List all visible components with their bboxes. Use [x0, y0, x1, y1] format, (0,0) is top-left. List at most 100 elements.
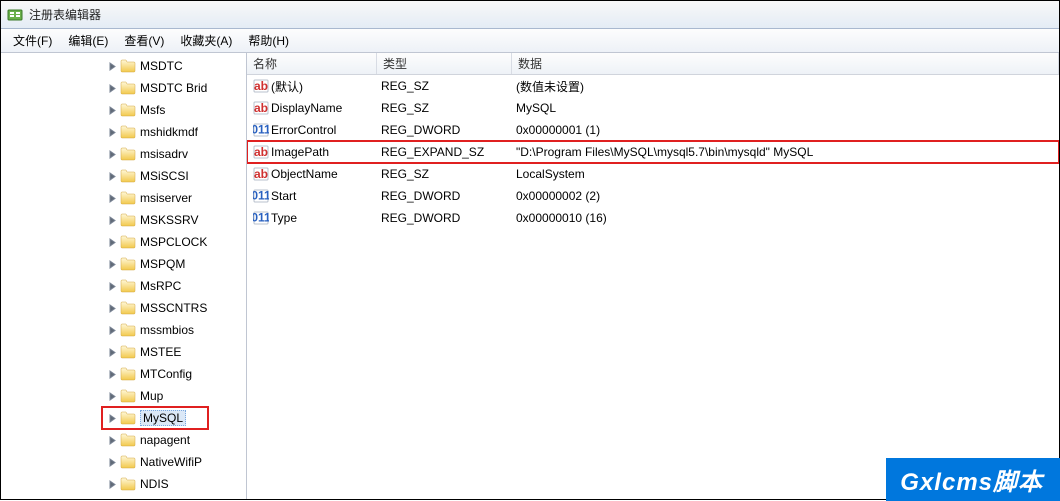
expander-icon[interactable] [107, 215, 118, 226]
svg-text:ab: ab [254, 167, 268, 181]
tree-item-label: msisadrv [140, 147, 188, 161]
expander-icon[interactable] [107, 149, 118, 160]
svg-text:ab: ab [254, 145, 268, 159]
regedit-icon [7, 7, 23, 23]
tree-item-label: MSPCLOCK [140, 235, 207, 249]
expander-icon[interactable] [107, 413, 118, 424]
col-header-type[interactable]: 类型 [377, 53, 512, 74]
svg-text:011: 011 [253, 189, 269, 203]
list-row[interactable]: 011TypeREG_DWORD0x00000010 (16) [247, 207, 1059, 229]
tree-panel[interactable]: MSDTC MSDTC Brid Msfs mshidkmdf msisadrv MSiS… [1, 53, 247, 499]
reg-string-icon: ab [251, 144, 271, 160]
expander-icon[interactable] [107, 83, 118, 94]
tree-item-label: MsRPC [140, 279, 181, 293]
reg-string-icon: ab [251, 166, 271, 182]
tree-item-label: MSSCNTRS [140, 301, 207, 315]
tree-item[interactable]: MSKSSRV [1, 209, 246, 231]
content-area: MSDTC MSDTC Brid Msfs mshidkmdf msisadrv MSiS… [1, 53, 1059, 499]
list-panel[interactable]: 名称 类型 数据 ab(默认)REG_SZ(数值未设置)abDisplayNam… [247, 53, 1059, 499]
tree-item[interactable]: MSTEE [1, 341, 246, 363]
expander-icon[interactable] [107, 457, 118, 468]
folder-icon [120, 81, 136, 95]
tree-item[interactable]: mssmbios [1, 319, 246, 341]
list-row[interactable]: abObjectNameREG_SZLocalSystem [247, 163, 1059, 185]
folder-icon [120, 323, 136, 337]
tree-item[interactable]: msisadrv [1, 143, 246, 165]
tree-item[interactable]: mshidkmdf [1, 121, 246, 143]
value-type: REG_SZ [381, 167, 516, 181]
folder-icon [120, 257, 136, 271]
col-header-data[interactable]: 数据 [512, 53, 1059, 74]
value-data: 0x00000001 (1) [516, 123, 1059, 137]
tree-item[interactable]: msiserver [1, 187, 246, 209]
tree-item-label: mshidkmdf [140, 125, 198, 139]
expander-icon[interactable] [107, 479, 118, 490]
expander-icon[interactable] [107, 369, 118, 380]
tree: MSDTC MSDTC Brid Msfs mshidkmdf msisadrv MSiS… [1, 53, 246, 497]
tree-item-label: MTConfig [140, 367, 192, 381]
list-row[interactable]: 011StartREG_DWORD0x00000002 (2) [247, 185, 1059, 207]
tree-item[interactable]: MySQL [1, 407, 246, 429]
menu-favorites[interactable]: 收藏夹(A) [172, 30, 240, 51]
tree-item[interactable]: NativeWifiP [1, 451, 246, 473]
folder-icon [120, 213, 136, 227]
reg-dword-icon: 011 [251, 188, 271, 204]
expander-icon[interactable] [107, 391, 118, 402]
expander-icon[interactable] [107, 259, 118, 270]
value-type: REG_EXPAND_SZ [381, 145, 516, 159]
tree-item[interactable]: MSDTC Brid [1, 77, 246, 99]
value-data: LocalSystem [516, 167, 1059, 181]
menu-edit[interactable]: 编辑(E) [60, 30, 116, 51]
value-name: ImagePath [271, 145, 381, 159]
expander-icon[interactable] [107, 105, 118, 116]
list-row[interactable]: abDisplayNameREG_SZMySQL [247, 97, 1059, 119]
list-row[interactable]: ab(默认)REG_SZ(数值未设置) [247, 75, 1059, 97]
tree-item[interactable]: MTConfig [1, 363, 246, 385]
tree-item[interactable]: MSSCNTRS [1, 297, 246, 319]
svg-text:011: 011 [253, 211, 269, 225]
value-data: 0x00000010 (16) [516, 211, 1059, 225]
list-row[interactable]: abImagePathREG_EXPAND_SZ"D:\Program File… [247, 141, 1059, 163]
expander-icon[interactable] [107, 61, 118, 72]
tree-item[interactable]: NDIS [1, 473, 246, 495]
folder-icon [120, 103, 136, 117]
col-header-name[interactable]: 名称 [247, 53, 377, 74]
expander-icon[interactable] [107, 171, 118, 182]
tree-item[interactable]: Mup [1, 385, 246, 407]
reg-dword-icon: 011 [251, 122, 271, 138]
tree-item-label: MSTEE [140, 345, 181, 359]
value-data: MySQL [516, 101, 1059, 115]
tree-item[interactable]: MSPCLOCK [1, 231, 246, 253]
tree-item[interactable]: MSPQM [1, 253, 246, 275]
tree-item[interactable]: MSDTC [1, 55, 246, 77]
value-name: ErrorControl [271, 123, 381, 137]
list-row[interactable]: 011ErrorControlREG_DWORD0x00000001 (1) [247, 119, 1059, 141]
expander-icon[interactable] [107, 193, 118, 204]
expander-icon[interactable] [107, 127, 118, 138]
tree-item-label: napagent [140, 433, 190, 447]
tree-item-label: NDIS [140, 477, 169, 491]
tree-item[interactable]: MSiSCSI [1, 165, 246, 187]
value-name: ObjectName [271, 167, 381, 181]
expander-icon[interactable] [107, 347, 118, 358]
expander-icon[interactable] [107, 237, 118, 248]
folder-icon [120, 191, 136, 205]
value-name: DisplayName [271, 101, 381, 115]
folder-icon [120, 455, 136, 469]
tree-item-label: msiserver [140, 191, 192, 205]
tree-item-label: MSDTC Brid [140, 81, 207, 95]
expander-icon[interactable] [107, 325, 118, 336]
tree-item[interactable]: MsRPC [1, 275, 246, 297]
tree-item[interactable]: napagent [1, 429, 246, 451]
folder-icon [120, 433, 136, 447]
expander-icon[interactable] [107, 435, 118, 446]
menu-view[interactable]: 查看(V) [116, 30, 172, 51]
expander-icon[interactable] [107, 281, 118, 292]
expander-icon[interactable] [107, 303, 118, 314]
menu-help[interactable]: 帮助(H) [240, 30, 297, 51]
svg-text:ab: ab [254, 101, 268, 115]
folder-icon [120, 147, 136, 161]
tree-item-label: Mup [140, 389, 163, 403]
tree-item[interactable]: Msfs [1, 99, 246, 121]
menu-file[interactable]: 文件(F) [5, 30, 60, 51]
